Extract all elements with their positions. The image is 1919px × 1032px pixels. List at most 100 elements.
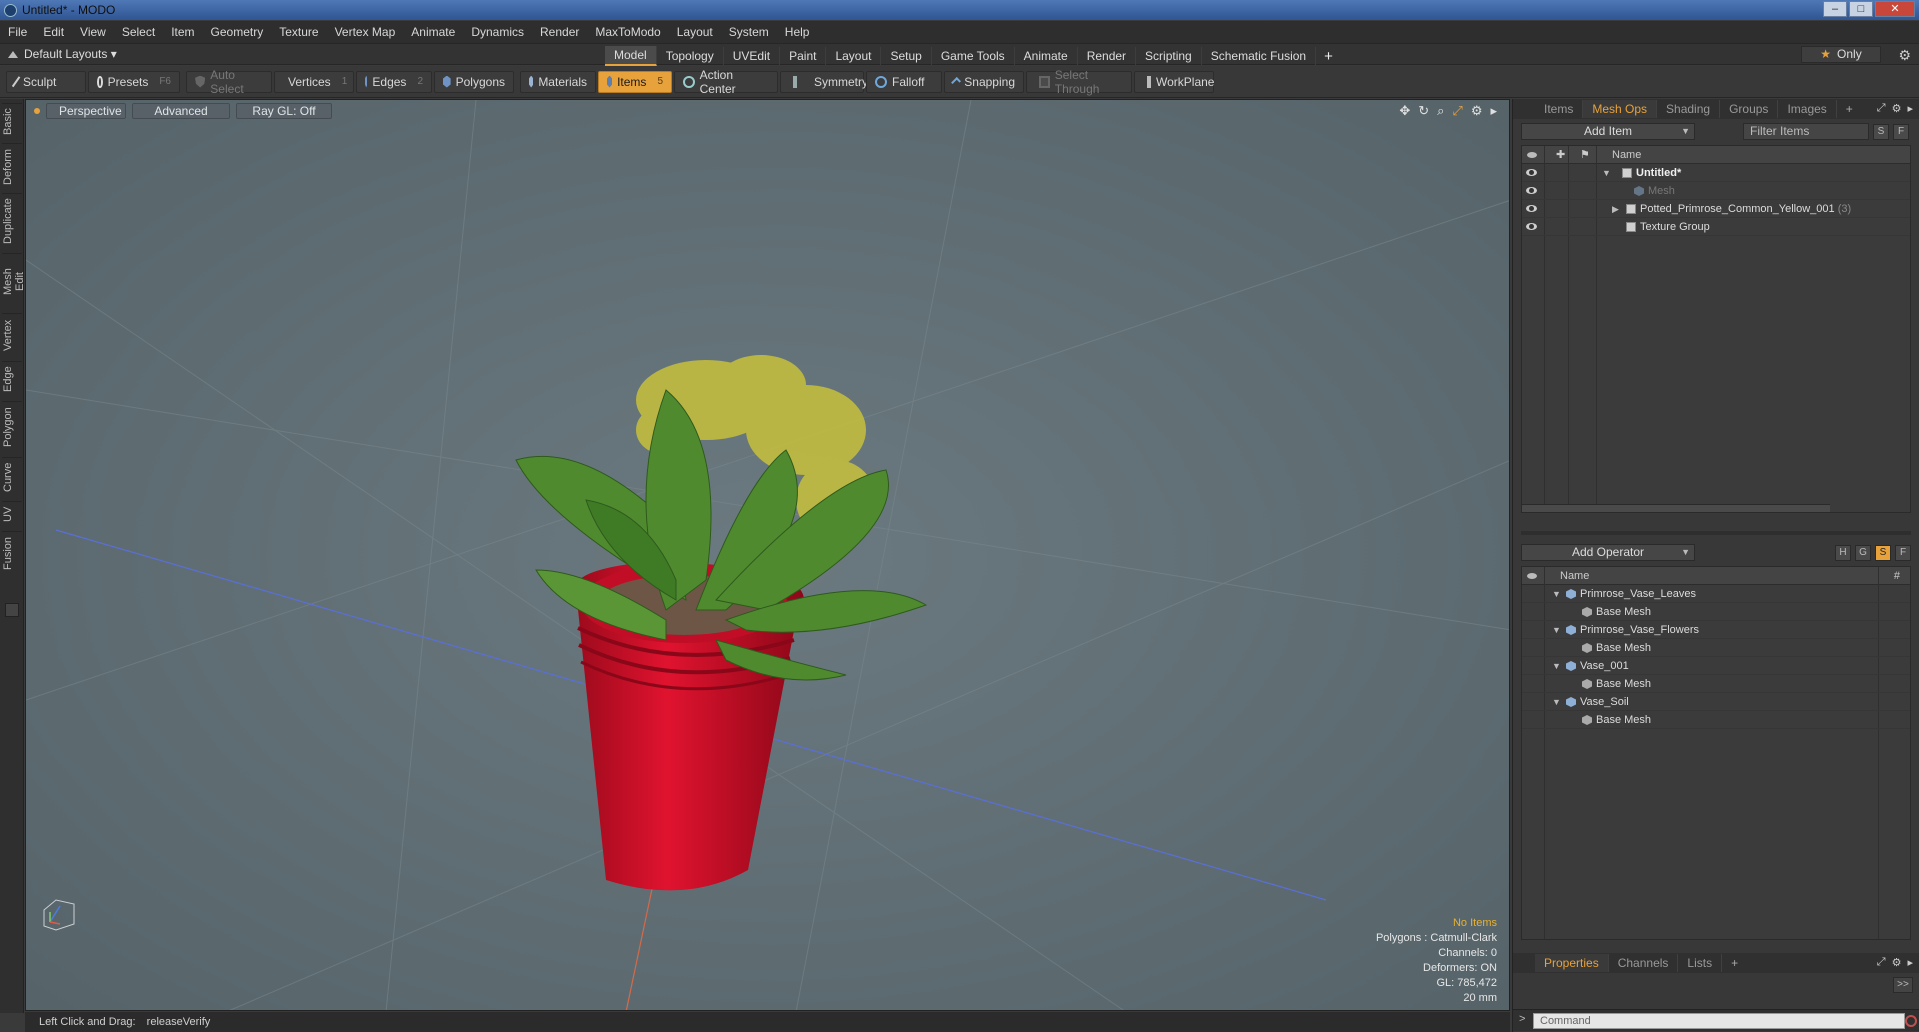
sidetab-vertex[interactable]: Vertex [2,313,22,357]
3d-viewport[interactable]: Perspective Advanced Ray GL: Off ✥ ↻ ⌕ ⤢… [25,99,1510,1011]
tab-schematic-fusion[interactable]: Schematic Fusion [1202,47,1317,65]
fit-icon[interactable]: ⤢ [1452,103,1462,119]
panel-gear-icon[interactable]: ⚙ [1892,102,1902,115]
menu-maxtomodo[interactable]: MaxToModo [595,25,660,39]
panel-splitter[interactable] [1521,531,1911,535]
expand-panel-icon[interactable]: ⤢ [1877,102,1886,115]
action-center-button[interactable]: Action Center [674,68,778,96]
menu-select[interactable]: Select [122,25,155,39]
meshops-h-button[interactable]: H [1835,544,1851,561]
pan-icon[interactable]: ✥ [1399,103,1410,119]
expand-properties-icon[interactable]: ⤢ [1877,956,1886,969]
stop-icon[interactable] [1905,1015,1917,1027]
workplane-button[interactable]: WorkPlane [1134,70,1214,93]
tab-channels[interactable]: Channels [1609,954,1679,972]
meshops-g-button[interactable]: G [1855,544,1871,561]
menu-texture[interactable]: Texture [279,25,318,39]
tab-setup[interactable]: Setup [881,47,932,65]
menu-view[interactable]: View [80,25,106,39]
expand-arrow-icon[interactable]: ▼ [1552,621,1561,639]
expand-arrow-icon[interactable]: ▼ [1602,164,1611,182]
vertices-button[interactable]: Vertices 1 [274,70,354,93]
perspective-dropdown[interactable]: Perspective [46,103,126,119]
visibility-eye-icon[interactable] [1526,223,1537,230]
tab-topology[interactable]: Topology [657,47,724,65]
tab-scripting[interactable]: Scripting [1136,47,1202,65]
tab-render[interactable]: Render [1078,47,1137,65]
add-tab-button[interactable]: + [1316,48,1341,65]
close-button[interactable]: ✕ [1875,1,1915,17]
minimize-button[interactable]: – [1823,1,1847,17]
filter-f-button[interactable]: F [1893,123,1909,140]
menu-render[interactable]: Render [540,25,579,39]
viewport-gear-icon[interactable]: ⚙ [1471,103,1483,119]
tab-shading[interactable]: Shading [1657,100,1721,118]
sculpt-button[interactable]: Sculpt [6,70,86,93]
tab-model[interactable]: Model [605,46,657,66]
sidetab-curve[interactable]: Curve [2,457,22,497]
viewport-menu-icon[interactable]: ▸ [1490,103,1497,119]
panel-menu-icon[interactable]: ▸ [1907,102,1913,115]
tab-items[interactable]: Items [1535,100,1584,118]
auto-select-button[interactable]: Auto Select [186,68,272,96]
sidetab-basic[interactable]: Basic [2,103,22,139]
add-properties-tab-button[interactable]: + [1722,954,1747,972]
gear-icon[interactable]: ⚙ [1898,47,1911,64]
tree-row-potted-primrose[interactable]: ▶ Potted_Primrose_Common_Yellow_001 (3) [1522,200,1910,218]
tab-layout[interactable]: Layout [826,47,882,65]
tab-paint[interactable]: Paint [780,47,827,65]
sidetab-edge[interactable]: Edge [2,361,22,397]
meshop-row-vase[interactable]: ▼ Vase_001 [1522,657,1910,675]
symmetry-button[interactable]: Symmetry [780,70,868,93]
zoom-icon[interactable]: ⌕ [1437,103,1444,119]
tab-images[interactable]: Images [1778,100,1837,118]
menu-dynamics[interactable]: Dynamics [471,25,524,39]
menu-layout[interactable]: Layout [677,25,713,39]
menu-animate[interactable]: Animate [411,25,455,39]
menu-help[interactable]: Help [785,25,810,39]
materials-button[interactable]: Materials [520,70,596,93]
shading-dropdown[interactable]: Advanced [132,103,230,119]
expand-arrow-icon[interactable]: ▼ [1552,657,1561,675]
items-button[interactable]: Items 5 [598,70,672,93]
sidetab-mesh-edit[interactable]: Mesh Edit [2,253,26,309]
visibility-eye-icon[interactable] [1526,187,1537,194]
collapse-icon[interactable] [8,50,18,58]
filter-s-button[interactable]: S [1873,123,1889,140]
polygons-button[interactable]: Polygons [434,70,514,93]
menu-vertex-map[interactable]: Vertex Map [335,25,396,39]
menu-item[interactable]: Item [171,25,194,39]
add-operator-dropdown[interactable]: Add Operator ▼ [1521,544,1695,561]
sidetab-polygon[interactable]: Polygon [2,401,22,453]
add-item-dropdown[interactable]: Add Item ▼ [1521,123,1695,140]
tree-row-texture-group[interactable]: Texture Group [1522,218,1910,236]
visibility-eye-icon[interactable] [1526,205,1537,212]
select-through-button[interactable]: Select Through [1026,68,1132,96]
edges-button[interactable]: Edges 2 [356,70,432,93]
only-button[interactable]: ★ Only [1801,46,1881,63]
properties-menu-icon[interactable]: ▸ [1907,956,1913,969]
tab-lists[interactable]: Lists [1678,954,1723,972]
meshop-row-flowers[interactable]: ▼ Primrose_Vase_Flowers [1522,621,1910,639]
tab-mesh-ops[interactable]: Mesh Ops [1583,100,1658,118]
menu-geometry[interactable]: Geometry [211,25,264,39]
tab-game-tools[interactable]: Game Tools [932,47,1015,65]
expand-arrow-icon[interactable]: ▼ [1552,693,1561,711]
properties-expand-button[interactable]: >> [1893,977,1913,993]
tree-row-scene[interactable]: ▼ Untitled* [1522,164,1910,182]
sidetab-uv[interactable]: UV [2,501,22,527]
sidetab-duplicate[interactable]: Duplicate [2,193,22,249]
tab-uvedit[interactable]: UVEdit [724,47,781,65]
filter-items-input[interactable]: Filter Items [1743,123,1869,140]
menu-edit[interactable]: Edit [43,25,64,39]
tab-animate[interactable]: Animate [1015,47,1078,65]
panel-toggle-button[interactable] [5,603,19,617]
meshops-s-button[interactable]: S [1875,544,1891,561]
presets-button[interactable]: Presets F6 [88,70,180,93]
properties-gear-icon[interactable]: ⚙ [1892,956,1902,969]
visibility-eye-icon[interactable] [1526,169,1537,176]
collapsed-arrow-icon[interactable]: ▶ [1612,200,1619,218]
raygl-dropdown[interactable]: Ray GL: Off [236,103,332,119]
meshop-row-base-mesh[interactable]: Base Mesh [1522,639,1910,657]
viewport-pin-icon[interactable] [34,108,40,114]
